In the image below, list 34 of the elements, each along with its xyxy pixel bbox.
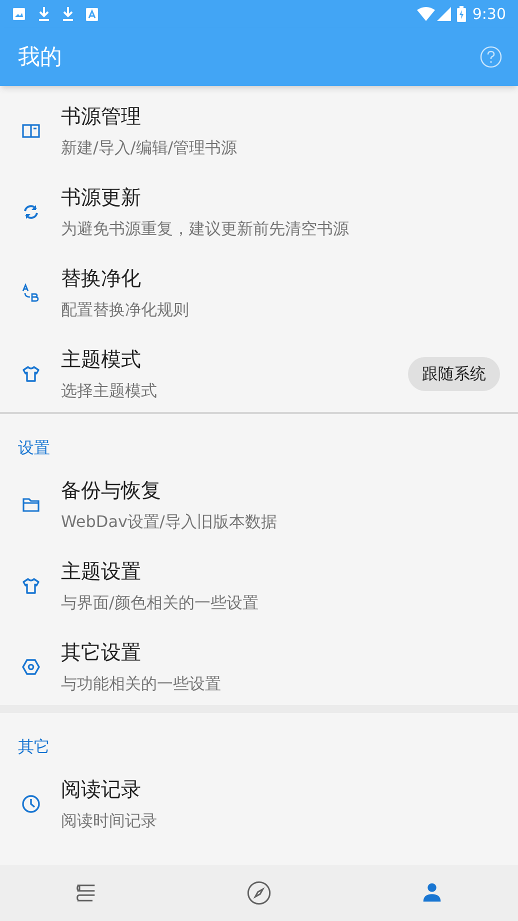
clock-icon bbox=[20, 794, 40, 814]
image-icon bbox=[12, 7, 26, 21]
compass-icon[interactable] bbox=[246, 880, 272, 906]
item-subtitle: WebDav设置/导入旧版本数据 bbox=[61, 512, 277, 532]
item-subtitle: 为避免书源重复，建议更新前先清空书源 bbox=[61, 218, 349, 238]
shirt-icon bbox=[20, 576, 40, 596]
item-subtitle: 配置替换净化规则 bbox=[61, 300, 189, 320]
a-to-b-icon bbox=[20, 282, 40, 302]
app-bar-title: 我的 bbox=[18, 44, 62, 72]
item-subtitle: 与界面/颜色相关的一些设置 bbox=[61, 592, 258, 612]
hexagon-icon bbox=[20, 656, 40, 676]
theme-mode-chip[interactable]: 跟随系统 bbox=[408, 356, 500, 390]
item-subtitle: 与功能相关的一些设置 bbox=[61, 674, 221, 694]
battery-icon bbox=[457, 6, 466, 22]
item-title[interactable]: 备份与恢复 bbox=[61, 478, 161, 502]
section-header: 其它 bbox=[17, 736, 51, 758]
item-title[interactable]: 替换净化 bbox=[61, 266, 141, 290]
item-title[interactable]: 主题模式 bbox=[61, 346, 141, 370]
item-subtitle: 选择主题模式 bbox=[61, 380, 157, 400]
download-icon bbox=[62, 6, 74, 22]
item-title[interactable]: 书源管理 bbox=[61, 104, 141, 128]
signal-icon bbox=[437, 7, 452, 21]
wifi-icon bbox=[417, 7, 436, 21]
item-title[interactable]: 书源更新 bbox=[61, 184, 141, 208]
section-header: 设置 bbox=[17, 437, 51, 459]
item-title[interactable]: 主题设置 bbox=[61, 558, 141, 582]
shirt-icon bbox=[20, 364, 40, 384]
item-title[interactable]: 其它设置 bbox=[61, 640, 141, 664]
clock-time: 9:30 bbox=[472, 4, 506, 25]
item-subtitle: 新建/导入/编辑/管理书源 bbox=[61, 138, 238, 158]
download-icon bbox=[38, 6, 50, 22]
item-subtitle: 阅读时间记录 bbox=[61, 810, 157, 830]
font-icon bbox=[86, 8, 98, 20]
item-title[interactable]: 阅读记录 bbox=[61, 776, 141, 800]
